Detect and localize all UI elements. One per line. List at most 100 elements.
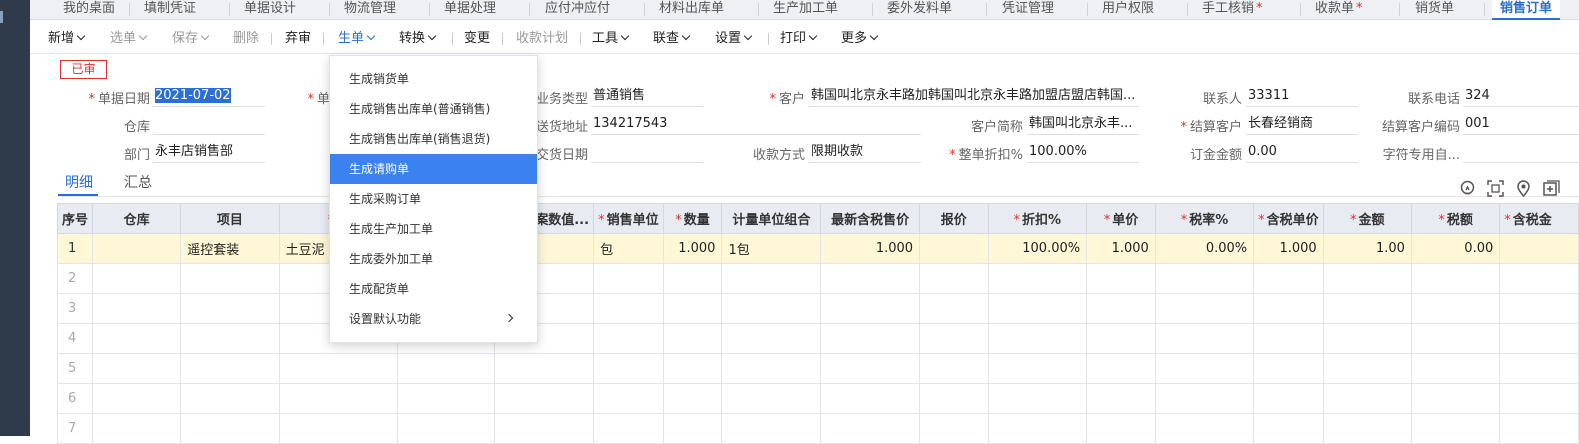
table-cell[interactable]	[1410, 263, 1501, 294]
tab-production-order[interactable]: 生产加工单	[773, 0, 838, 20]
table-cell[interactable]	[1253, 323, 1324, 354]
cell-project[interactable]: 遥控套装	[180, 233, 280, 264]
col-header-sales-unit[interactable]: * 销售单位	[593, 203, 664, 234]
add-row-icon[interactable]	[1543, 180, 1560, 197]
select-button[interactable]: 选单	[110, 30, 148, 48]
col-header-tax-unit-price[interactable]: * 含税单价	[1253, 203, 1324, 234]
cell-unit-price[interactable]: 1.000	[1086, 233, 1156, 264]
tab-voucher-mgmt[interactable]: 凭证管理	[1002, 0, 1054, 20]
scan-icon[interactable]	[1487, 180, 1504, 197]
table-cell[interactable]	[721, 383, 822, 414]
table-cell[interactable]	[662, 413, 723, 444]
table-row[interactable]: 7	[56, 413, 1579, 444]
menu-item-gen-purchase-order[interactable]: 生成采购订单	[330, 184, 537, 214]
table-cell[interactable]	[662, 383, 723, 414]
table-cell[interactable]	[593, 413, 664, 444]
table-cell[interactable]	[1086, 323, 1156, 354]
table-cell[interactable]	[1154, 323, 1255, 354]
tab-sales-order[interactable]: 销售订单	[1492, 0, 1561, 20]
settle-cust-field[interactable]: 长春经销商	[1246, 115, 1358, 135]
cell-quote[interactable]	[919, 233, 989, 264]
table-cell[interactable]	[278, 353, 398, 384]
table-cell[interactable]	[662, 353, 723, 384]
table-cell[interactable]	[180, 263, 280, 294]
settle-code-field[interactable]: 001	[1463, 115, 1579, 135]
col-header-amount[interactable]: * 金额	[1322, 203, 1412, 234]
menu-item-gen-outbound-return[interactable]: 生成销售出库单(销售退货)	[330, 124, 537, 154]
table-cell[interactable]	[987, 413, 1088, 444]
col-header-discount[interactable]: * 折扣%	[987, 203, 1088, 234]
tab-outsourcing[interactable]: 委外发料单	[887, 0, 952, 20]
menu-item-gen-outsourcing-order[interactable]: 生成委外加工单	[330, 244, 537, 274]
table-cell[interactable]	[721, 263, 822, 294]
table-cell[interactable]	[92, 413, 182, 444]
table-cell[interactable]	[1322, 383, 1412, 414]
table-cell[interactable]	[1322, 323, 1412, 354]
cell-tax-rate[interactable]: 0.00%	[1154, 233, 1255, 264]
table-cell[interactable]	[593, 383, 664, 414]
table-cell[interactable]	[1322, 263, 1412, 294]
table-cell[interactable]	[494, 413, 595, 444]
table-cell[interactable]	[1410, 413, 1501, 444]
table-cell[interactable]	[180, 293, 280, 324]
tab-detail[interactable]: 明细	[65, 172, 93, 192]
custom-field[interactable]	[1463, 143, 1579, 163]
tab-my-desktop[interactable]: 我的桌面	[63, 0, 115, 20]
table-cell[interactable]	[180, 353, 280, 384]
convert-button[interactable]: 转换	[399, 30, 437, 48]
biz-type-field[interactable]: 普通销售	[591, 87, 703, 107]
table-cell[interactable]	[1322, 413, 1412, 444]
table-cell[interactable]	[1086, 263, 1156, 294]
warehouse-field[interactable]	[153, 115, 265, 135]
location-pin-icon[interactable]	[1515, 180, 1532, 197]
delivery-date-field[interactable]	[591, 143, 703, 163]
doc-date-field[interactable]: 2021-07-02	[153, 87, 265, 107]
table-cell[interactable]	[1410, 383, 1501, 414]
table-cell[interactable]	[1410, 293, 1501, 324]
table-cell[interactable]	[721, 323, 822, 354]
table-row[interactable]: 2	[56, 263, 1579, 294]
col-header-tax-rate[interactable]: * 税率%	[1154, 203, 1255, 234]
table-cell[interactable]	[1499, 383, 1579, 414]
table-cell[interactable]	[593, 293, 664, 324]
table-cell[interactable]	[820, 323, 921, 354]
menu-item-gen-production-order[interactable]: 生成生产加工单	[330, 214, 537, 244]
table-cell[interactable]	[1499, 353, 1579, 384]
cell-total-with-tax[interactable]	[1499, 233, 1579, 264]
table-cell[interactable]	[1253, 293, 1324, 324]
cell-quantity[interactable]: 1.000	[662, 233, 723, 264]
col-header-tax-amount[interactable]: * 税额	[1410, 203, 1501, 234]
tab-sales-delivery[interactable]: 销货单	[1415, 0, 1454, 20]
table-row[interactable]: 4	[56, 323, 1579, 354]
table-cell[interactable]	[1086, 383, 1156, 414]
table-cell[interactable]	[180, 383, 280, 414]
table-cell[interactable]	[662, 293, 723, 324]
tab-user-perm[interactable]: 用户权限	[1102, 0, 1154, 20]
table-cell[interactable]	[820, 293, 921, 324]
query-button[interactable]: 联查	[653, 30, 691, 48]
delete-button[interactable]: 删除	[233, 30, 259, 48]
table-cell[interactable]	[1499, 263, 1579, 294]
table-row[interactable]: 5	[56, 353, 1579, 384]
cell-latest-price[interactable]: 1.000	[820, 233, 921, 264]
tools-button[interactable]: 工具	[592, 30, 630, 48]
table-cell[interactable]	[1499, 293, 1579, 324]
table-cell[interactable]	[92, 293, 182, 324]
table-cell[interactable]	[1253, 353, 1324, 384]
table-cell[interactable]	[396, 383, 496, 414]
menu-item-gen-outbound-normal[interactable]: 生成销售出库单(普通销售)	[330, 94, 537, 124]
table-cell[interactable]	[1253, 413, 1324, 444]
payment-field[interactable]: 限期收款	[809, 143, 921, 163]
table-cell[interactable]	[1086, 413, 1156, 444]
table-cell[interactable]	[92, 353, 182, 384]
bulb-icon[interactable]	[1459, 180, 1476, 197]
tab-logistics[interactable]: 物流管理	[344, 0, 396, 20]
table-cell[interactable]	[180, 323, 280, 354]
table-cell[interactable]	[820, 413, 921, 444]
ship-addr-field[interactable]: 134217543	[591, 115, 921, 135]
table-cell[interactable]	[820, 353, 921, 384]
table-row[interactable]: 1 遥控套装 土豆泥 包 1.000 1包 1.000 100.00% 1.00…	[56, 233, 1579, 264]
table-cell[interactable]	[1086, 293, 1156, 324]
table-cell[interactable]	[92, 323, 182, 354]
col-header-seq[interactable]: 序号	[56, 203, 94, 234]
